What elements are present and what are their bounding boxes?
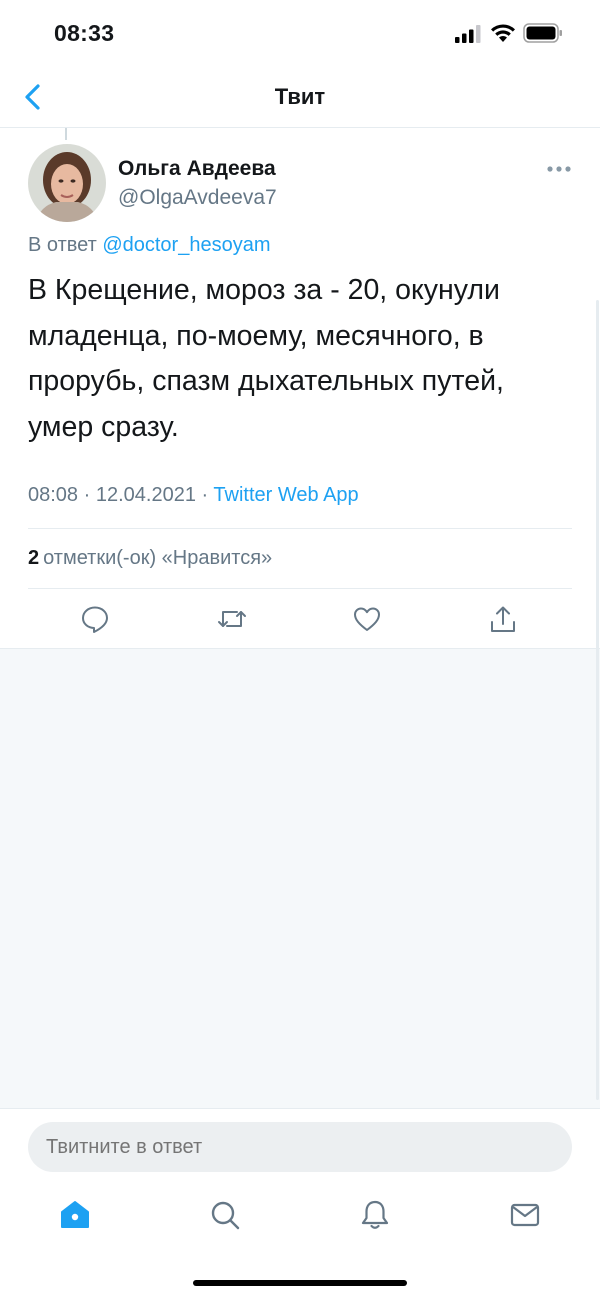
more-options-icon[interactable] (546, 164, 572, 174)
reply-icon[interactable] (80, 604, 110, 634)
author-name[interactable]: Ольга Авдеева (118, 157, 276, 181)
tweet-source-link[interactable]: Twitter Web App (213, 484, 358, 506)
reply-mention-link[interactable]: @doctor_hesoyam (102, 234, 270, 256)
likes-label: отметки(-ок) «Нравится» (43, 547, 273, 569)
reply-composer (0, 1108, 600, 1188)
search-icon[interactable] (208, 1198, 242, 1232)
reply-prefix: В ответ (28, 234, 97, 256)
cellular-signal-icon (455, 25, 481, 43)
thread-connector (65, 128, 67, 140)
tweet-meta: 08:08 · 12.04.2021 · Twitter Web App (28, 484, 359, 507)
likes-count: 2 (28, 547, 40, 569)
reply-input[interactable] (28, 1122, 572, 1172)
bell-icon[interactable] (358, 1198, 392, 1232)
tab-bar (0, 1188, 600, 1297)
nav-bar: Твит (0, 66, 600, 128)
empty-replies-area (0, 649, 600, 1109)
like-heart-icon[interactable] (352, 604, 382, 634)
avatar[interactable] (28, 144, 106, 222)
battery-icon (523, 23, 562, 43)
tweet-text: В Крещение, мороз за - 20, окунули младе… (28, 274, 504, 443)
home-icon[interactable] (58, 1198, 92, 1232)
home-indicator (193, 1280, 407, 1286)
status-bar: 08:33 (0, 0, 600, 66)
meta-separator: · (201, 484, 209, 506)
retweet-icon[interactable] (217, 604, 247, 634)
tweet-time: 08:08 (28, 484, 79, 506)
avatar-photo (28, 144, 106, 222)
wifi-icon (491, 24, 515, 42)
author-handle[interactable]: @OlgaAvdeeva7 (118, 186, 277, 210)
status-time: 08:33 (54, 20, 115, 46)
tweet-date: 12.04.2021 (95, 484, 196, 506)
page-title: Твит (274, 84, 326, 109)
reply-context: В ответ @doctor_hesoyam (28, 234, 271, 257)
share-icon[interactable] (488, 604, 518, 634)
scrollbar[interactable] (596, 300, 599, 1100)
meta-separator: · (83, 484, 91, 506)
likes-count-link[interactable]: 2 отметки(-ок) «Нравится» (28, 547, 272, 570)
divider (28, 588, 572, 589)
divider (28, 528, 572, 529)
mail-icon[interactable] (508, 1198, 542, 1232)
